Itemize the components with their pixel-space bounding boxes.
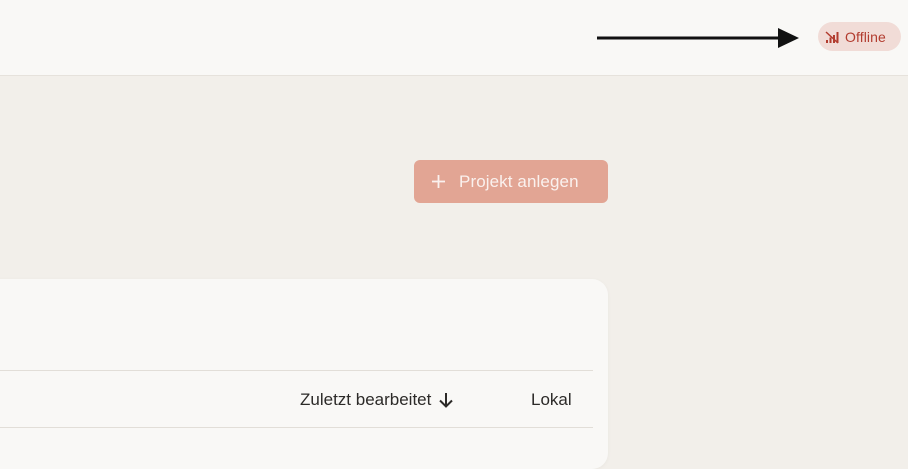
table-header-divider-bottom (0, 427, 593, 428)
table-header-divider-top (0, 370, 593, 371)
projects-table-card (0, 279, 608, 469)
create-project-label: Projekt anlegen (459, 171, 579, 191)
arrow-right-icon (597, 28, 799, 48)
arrow-down-icon (439, 393, 454, 408)
column-header-last-edited-label: Zuletzt bearbeitet (300, 390, 432, 409)
column-header-local[interactable]: Lokal (531, 386, 572, 414)
offline-status-label: Offline (845, 28, 886, 45)
signal-off-icon (825, 30, 839, 44)
column-header-last-edited[interactable]: Zuletzt bearbeitet (300, 386, 455, 414)
top-bar: Offline (0, 0, 908, 76)
create-project-button[interactable]: Projekt anlegen (414, 160, 608, 203)
offline-status-badge: Offline (818, 22, 901, 51)
plus-icon (432, 175, 445, 188)
